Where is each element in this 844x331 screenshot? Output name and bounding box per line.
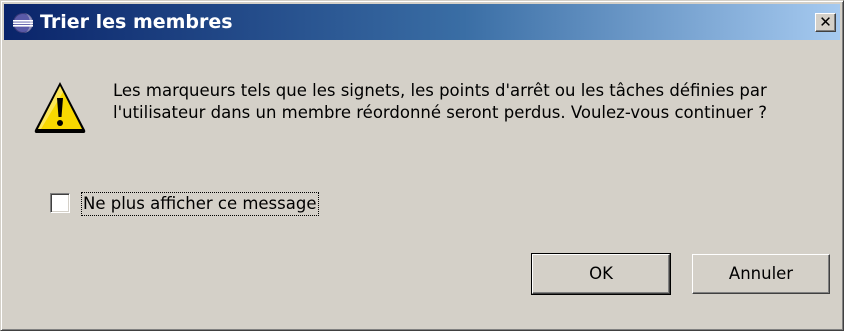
cancel-button[interactable]: Annuler [692,254,830,294]
eclipse-icon [13,13,33,33]
close-button[interactable]: ✕ [815,13,836,32]
dont-show-again-checkbox[interactable] [50,193,70,213]
dont-show-again-label[interactable]: Ne plus afficher ce message [81,192,319,216]
close-icon: ✕ [819,13,832,31]
title-bar[interactable]: Trier les membres ✕ [4,4,840,40]
ok-button[interactable]: OK [531,253,671,295]
warning-message: Les marqueurs tels que les signets, les … [113,81,768,122]
warning-icon [34,82,86,133]
window-title: Trier les membres [40,11,233,33]
sort-members-dialog: Trier les membres ✕ Les marqueurs tels q… [0,0,844,331]
